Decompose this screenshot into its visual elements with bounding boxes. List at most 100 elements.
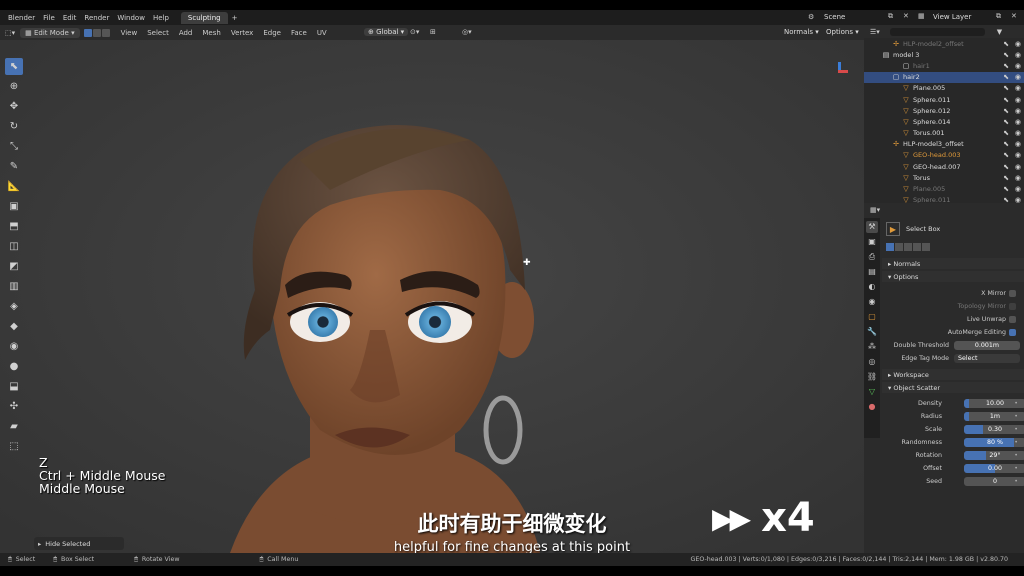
panel-options[interactable]: ▾ Options xyxy=(882,271,1024,282)
selectable-toggle-icon[interactable]: ⬉ xyxy=(1003,118,1009,126)
outliner-item[interactable]: ▽ GEO-head.007 ⬉ ◉ xyxy=(864,161,1024,172)
outliner-item[interactable]: ▤ model 3 ⬉ ◉ xyxy=(864,49,1024,60)
outliner-editor-icon[interactable]: ☰▾ xyxy=(870,28,880,36)
panel-object-scatter[interactable]: ▾ Object Scatter xyxy=(882,382,1024,393)
physics-tab-icon[interactable]: ◎ xyxy=(866,356,878,368)
menu-window[interactable]: Window xyxy=(113,14,149,22)
keyframe-dot-icon[interactable]: • xyxy=(1014,400,1018,407)
mode-invert-icon[interactable] xyxy=(913,243,921,251)
outliner-search-input[interactable] xyxy=(889,27,985,36)
world-tab-icon[interactable]: ◉ xyxy=(866,296,878,308)
panel-workspace[interactable]: ▸ Workspace xyxy=(882,369,1024,380)
selectable-toggle-icon[interactable]: ⬉ xyxy=(1003,73,1009,81)
menu-render[interactable]: Render xyxy=(80,14,113,22)
menu-file[interactable]: File xyxy=(39,14,59,22)
data-tab-icon[interactable]: ▽ xyxy=(866,386,878,398)
add-workspace-button[interactable]: + xyxy=(228,14,242,22)
outliner-item[interactable]: ▽ Sphere.012 ⬉ ◉ xyxy=(864,105,1024,116)
menu-add[interactable]: Add xyxy=(174,29,198,37)
outliner-item[interactable]: ▽ Sphere.011 ⬉ ◉ xyxy=(864,94,1024,105)
selectable-toggle-icon[interactable]: ⬉ xyxy=(1003,51,1009,59)
keyframe-dot-icon[interactable]: • xyxy=(1014,439,1018,446)
particles-tab-icon[interactable]: ⁂ xyxy=(866,341,878,353)
poly-build-tool[interactable]: ◆ xyxy=(5,318,23,335)
normals-dropdown[interactable]: Normals ▾ xyxy=(784,28,819,36)
mode-set-icon[interactable] xyxy=(886,243,894,251)
selectable-toggle-icon[interactable]: ⬉ xyxy=(1003,140,1009,148)
visibility-eye-icon[interactable]: ◉ xyxy=(1015,73,1021,81)
loop-cut-tool[interactable]: ▥ xyxy=(5,278,23,295)
visibility-eye-icon[interactable]: ◉ xyxy=(1015,129,1021,137)
menu-view[interactable]: View xyxy=(116,29,143,37)
visibility-eye-icon[interactable]: ◉ xyxy=(1015,140,1021,148)
automerge-checkbox[interactable] xyxy=(1009,329,1016,336)
mode-selector[interactable]: ▦ Edit Mode ▾ xyxy=(20,27,80,38)
remove-scene-icon[interactable]: ✕ xyxy=(903,12,909,20)
visibility-eye-icon[interactable]: ◉ xyxy=(1015,40,1021,48)
menu-edge[interactable]: Edge xyxy=(258,29,286,37)
object-tab-icon[interactable]: ▢ xyxy=(866,311,878,323)
menu-help[interactable]: Help xyxy=(149,14,173,22)
spin-tool[interactable]: ◉ xyxy=(5,338,23,355)
outliner-item[interactable]: ✢ HLP-model3_offset ⬉ ◉ xyxy=(864,139,1024,150)
keyframe-dot-icon[interactable]: • xyxy=(1014,452,1018,459)
select-mode-edge-icon[interactable] xyxy=(92,28,101,37)
filter-icon[interactable]: ▼ xyxy=(997,28,1002,36)
visibility-eye-icon[interactable]: ◉ xyxy=(1015,84,1021,92)
selectable-toggle-icon[interactable]: ⬉ xyxy=(1003,40,1009,48)
visibility-eye-icon[interactable]: ◉ xyxy=(1015,174,1021,182)
edge-tag-dropdown[interactable]: Select xyxy=(954,354,1020,363)
knife-tool[interactable]: ◈ xyxy=(5,298,23,315)
menu-select[interactable]: Select xyxy=(142,29,174,37)
editor-type-icon[interactable]: ⬚▾ xyxy=(0,29,20,37)
visibility-eye-icon[interactable]: ◉ xyxy=(1015,62,1021,70)
smooth-tool[interactable]: ● xyxy=(5,358,23,375)
live-unwrap-checkbox[interactable] xyxy=(1009,316,1016,323)
menu-vertex[interactable]: Vertex xyxy=(226,29,259,37)
menu-uv[interactable]: UV xyxy=(312,29,332,37)
view-layer-selector[interactable]: View Layer xyxy=(933,13,971,21)
proportional-edit-icon[interactable]: ◎▾ xyxy=(462,28,472,36)
keyframe-dot-icon[interactable]: • xyxy=(1014,413,1018,420)
render-tab-icon[interactable]: ▣ xyxy=(866,236,878,248)
keyframe-dot-icon[interactable]: • xyxy=(1014,426,1018,433)
visibility-eye-icon[interactable]: ◉ xyxy=(1015,107,1021,115)
selectable-toggle-icon[interactable]: ⬉ xyxy=(1003,84,1009,92)
selectable-toggle-icon[interactable]: ⬉ xyxy=(1003,174,1009,182)
visibility-eye-icon[interactable]: ◉ xyxy=(1015,185,1021,193)
visibility-eye-icon[interactable]: ◉ xyxy=(1015,118,1021,126)
move-tool[interactable]: ✥ xyxy=(5,98,23,115)
snap-icon[interactable]: ⊞ xyxy=(430,28,436,36)
select-box-tool[interactable]: ⬉ xyxy=(5,58,23,75)
selectable-toggle-icon[interactable]: ⬉ xyxy=(1003,107,1009,115)
options-dropdown[interactable]: Options ▾ xyxy=(826,28,859,36)
scene-tab-icon[interactable]: ◐ xyxy=(866,281,878,293)
annotate-tool[interactable]: ✎ xyxy=(5,158,23,175)
visibility-eye-icon[interactable]: ◉ xyxy=(1015,96,1021,104)
menu-edit[interactable]: Edit xyxy=(59,14,81,22)
outliner-item[interactable]: ▽ GEO-head.003 ⬉ ◉ xyxy=(864,150,1024,161)
shrink-fatten-tool[interactable]: ✣ xyxy=(5,398,23,415)
menu-face[interactable]: Face xyxy=(286,29,312,37)
transform-orientation-dropdown[interactable]: ⊕ Global ▾ xyxy=(364,28,409,36)
menu-blender[interactable]: Blender xyxy=(0,14,39,22)
visibility-eye-icon[interactable]: ◉ xyxy=(1015,51,1021,59)
double-threshold-field[interactable]: 0.001m xyxy=(954,341,1020,350)
keyframe-dot-icon[interactable]: • xyxy=(1014,465,1018,472)
selectable-toggle-icon[interactable]: ⬉ xyxy=(1003,163,1009,171)
remove-view-layer-icon[interactable]: ✕ xyxy=(1011,12,1017,20)
edge-slide-tool[interactable]: ⬓ xyxy=(5,378,23,395)
extrude-tool[interactable]: ⬒ xyxy=(5,218,23,235)
selectable-toggle-icon[interactable]: ⬉ xyxy=(1003,129,1009,137)
selectable-toggle-icon[interactable]: ⬉ xyxy=(1003,185,1009,193)
add-cube-tool[interactable]: ▣ xyxy=(5,198,23,215)
cursor-tool[interactable]: ⊕ xyxy=(5,78,23,95)
rip-tool[interactable]: ⬚ xyxy=(5,438,23,455)
pivot-icon[interactable]: ⊙▾ xyxy=(410,28,419,36)
selectable-toggle-icon[interactable]: ⬉ xyxy=(1003,62,1009,70)
measure-tool[interactable]: 📐 xyxy=(5,178,23,195)
scale-tool[interactable]: ⤡ xyxy=(5,138,23,155)
inset-tool[interactable]: ◫ xyxy=(5,238,23,255)
modifier-tab-icon[interactable]: 🔧 xyxy=(866,326,878,338)
outliner-item[interactable]: ▽ Torus ⬉ ◉ xyxy=(864,172,1024,183)
